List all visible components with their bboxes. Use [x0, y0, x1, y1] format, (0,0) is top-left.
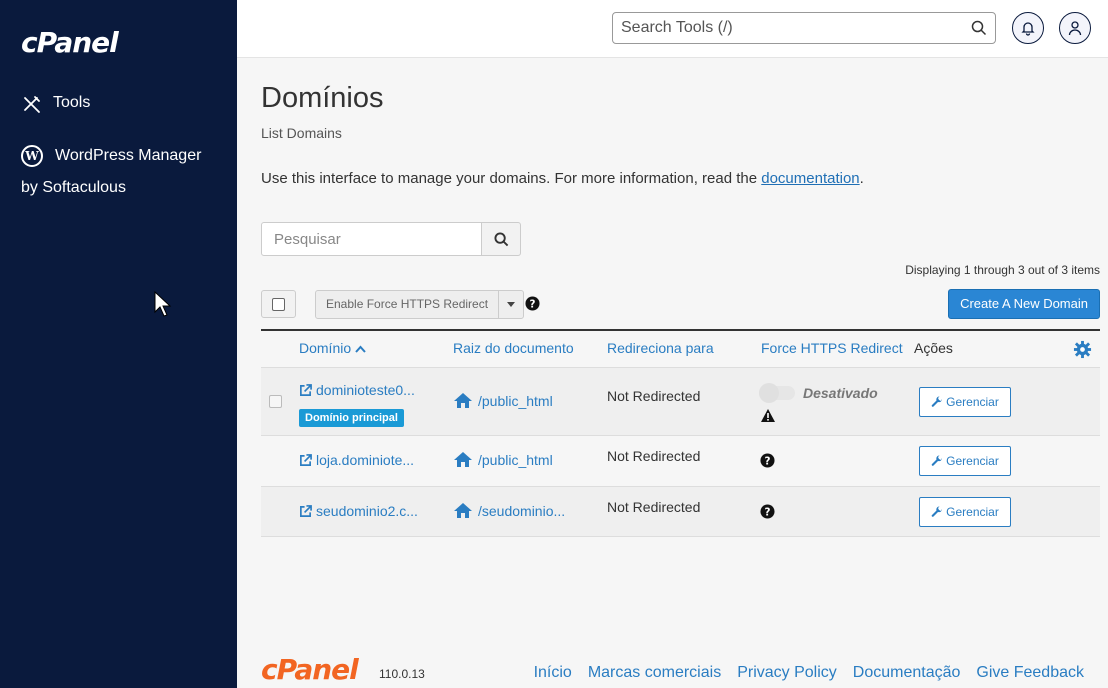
table-row: dominioteste0... Domínio principal /publ…	[261, 368, 1100, 436]
description-text: Use this interface to manage your domain…	[261, 170, 762, 187]
domain-name: seudominio2.c...	[316, 503, 418, 519]
domain-search	[261, 222, 521, 256]
https-toggle[interactable]	[759, 383, 795, 403]
cpanel-logo[interactable]: cPanel	[21, 26, 119, 59]
svg-text:?: ?	[530, 298, 536, 310]
wrench-icon	[931, 396, 943, 407]
home-icon	[454, 503, 472, 518]
search-icon[interactable]	[971, 20, 987, 36]
manage-button[interactable]: Gerenciar	[919, 446, 1011, 476]
row-checkbox[interactable]	[269, 395, 282, 408]
docroot-link[interactable]: /public_html	[453, 392, 553, 409]
https-status: Desativado	[803, 385, 878, 401]
svg-text:?: ?	[765, 455, 771, 467]
sort-ascending-icon	[355, 345, 366, 353]
description-end: .	[859, 170, 864, 187]
domain-name: loja.dominiote...	[316, 452, 415, 468]
sidebar: cPanel Tools W WordPress Manager by Soft…	[0, 0, 237, 688]
table-row: seudominio2.c... /seudominio... Not Redi…	[261, 487, 1100, 537]
redirect-value: Not Redirected	[607, 448, 701, 464]
redirect-value: Not Redirected	[607, 388, 701, 404]
help-icon[interactable]: ?	[760, 504, 775, 519]
sidebar-item-label: Tools	[53, 94, 91, 111]
mouse-cursor-icon	[154, 290, 172, 317]
manage-button[interactable]: Gerenciar	[919, 497, 1011, 527]
page-subtitle: List Domains	[261, 125, 342, 141]
column-header-redirect[interactable]: Redireciona para	[607, 340, 714, 356]
wordpress-icon: W	[21, 140, 43, 172]
chevron-down-icon[interactable]	[498, 291, 523, 318]
docroot-path: /public_html	[478, 451, 553, 468]
pagination-summary: Displaying 1 through 3 out of 3 items	[905, 263, 1100, 277]
footer-link-documentation[interactable]: Documentação	[853, 664, 961, 682]
domain-link[interactable]: loja.dominiote...	[299, 452, 414, 468]
bell-icon	[1021, 22, 1035, 36]
primary-domain-badge: Domínio principal	[299, 409, 404, 427]
search-tools-box[interactable]	[612, 12, 996, 44]
notifications-button[interactable]	[1012, 12, 1044, 44]
column-header-docroot[interactable]: Raiz do documento	[453, 340, 574, 356]
docroot-path: /seudominio...	[478, 502, 566, 519]
domain-name: dominioteste0...	[316, 382, 415, 398]
sidebar-item-wordpress-manager[interactable]: W WordPress Manager by Softaculous	[21, 140, 221, 204]
manage-label: Gerenciar	[946, 454, 999, 468]
column-label: Domínio	[299, 340, 352, 356]
manage-button[interactable]: Gerenciar	[919, 387, 1011, 417]
select-all-checkbox[interactable]	[261, 290, 296, 318]
version-number: 110.0.13	[379, 667, 425, 681]
footer-links: Início Marcas comerciais Privacy Policy …	[534, 664, 1084, 682]
docroot-link[interactable]: /seudominio...	[453, 502, 565, 519]
domain-link[interactable]: seudominio2.c...	[299, 503, 418, 519]
svg-text:?: ?	[765, 506, 771, 518]
gear-icon[interactable]	[1073, 340, 1092, 359]
docroot-path: /public_html	[478, 392, 553, 409]
domain-search-button[interactable]	[482, 222, 521, 256]
wrench-icon	[931, 455, 943, 466]
search-icon	[493, 231, 508, 246]
domain-search-input[interactable]	[261, 222, 482, 256]
wrench-icon	[931, 506, 943, 517]
https-button-label: Enable Force HTTPS Redirect	[326, 297, 489, 311]
home-icon	[454, 393, 472, 408]
manage-label: Gerenciar	[946, 395, 999, 409]
tools-icon	[21, 94, 43, 116]
domains-table: Domínio Raiz do documento Redireciona pa…	[261, 329, 1100, 537]
enable-https-redirect-button[interactable]: Enable Force HTTPS Redirect	[315, 290, 525, 319]
column-header-domain[interactable]: Domínio	[299, 340, 366, 356]
warning-icon[interactable]	[760, 408, 776, 423]
domain-link[interactable]: dominioteste0...	[299, 382, 415, 398]
top-bar	[237, 0, 1108, 58]
footer-link-feedback[interactable]: Give Feedback	[976, 664, 1084, 682]
table-header: Domínio Raiz do documento Redireciona pa…	[261, 329, 1100, 368]
create-domain-button[interactable]: Create A New Domain	[948, 289, 1100, 319]
user-menu-button[interactable]	[1059, 12, 1091, 44]
footer-cpanel-logo: cPanel	[261, 653, 359, 686]
footer-link-home[interactable]: Início	[534, 664, 572, 682]
documentation-link[interactable]: documentation	[761, 170, 859, 187]
search-tools-input[interactable]	[621, 19, 971, 37]
page-title: Domínios	[261, 82, 384, 114]
page-description: Use this interface to manage your domain…	[261, 170, 864, 187]
column-header-https[interactable]: Force HTTPS Redirect	[761, 340, 903, 356]
help-icon[interactable]: ?	[525, 296, 540, 311]
external-link-icon	[300, 383, 312, 396]
sidebar-item-tools[interactable]: Tools	[21, 94, 90, 116]
external-link-icon	[300, 504, 312, 517]
footer-link-trademarks[interactable]: Marcas comerciais	[588, 664, 721, 682]
external-link-icon	[300, 453, 312, 466]
help-icon[interactable]: ?	[760, 453, 775, 468]
docroot-link[interactable]: /public_html	[453, 451, 553, 468]
column-header-actions: Ações	[914, 340, 953, 356]
checkbox-box	[272, 297, 285, 311]
table-row: loja.dominiote... /public_html Not Redir…	[261, 436, 1100, 487]
footer-link-privacy[interactable]: Privacy Policy	[737, 664, 837, 682]
manage-label: Gerenciar	[946, 505, 999, 519]
sidebar-item-label: WordPress Manager by Softaculous	[21, 147, 202, 196]
main-content: Domínios List Domains Use this interface…	[237, 58, 1108, 688]
home-icon	[454, 452, 472, 467]
redirect-value: Not Redirected	[607, 499, 701, 515]
user-icon	[1068, 21, 1082, 36]
